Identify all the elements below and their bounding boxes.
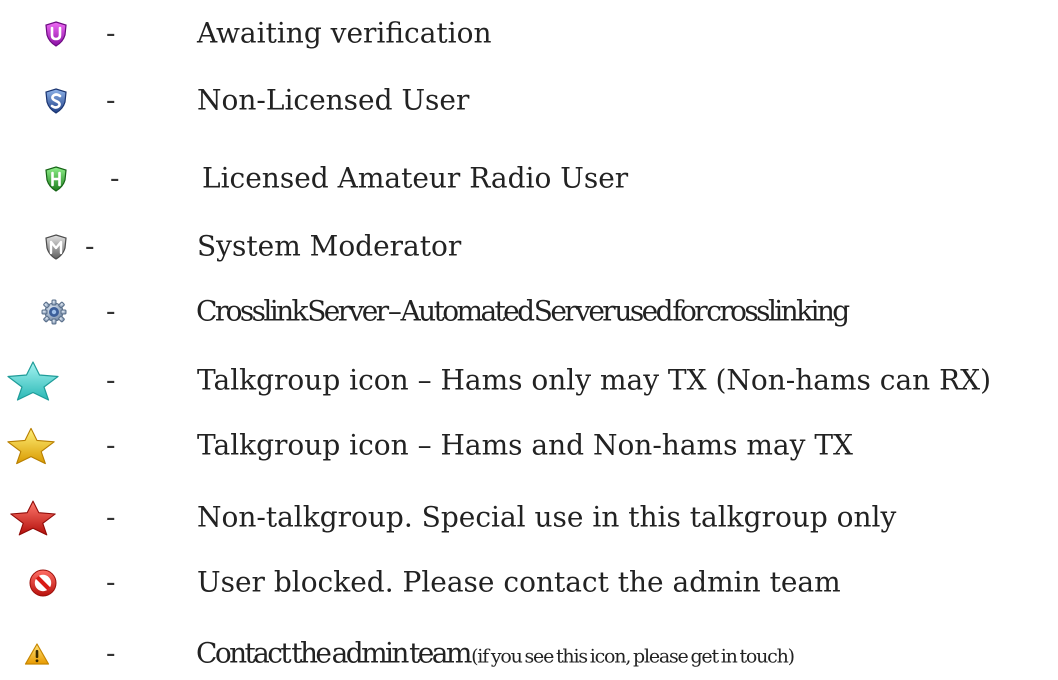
- shield-s-icon: [45, 88, 67, 114]
- legend-row-talkgroup-hams-only: - Talkgroup icon – Hams only may TX (Non…: [0, 359, 1058, 403]
- legend-row-user-blocked: - User blocked. Please contact the admin…: [0, 561, 1058, 605]
- legend-label: User blocked. Please contact the admin t…: [197, 565, 841, 599]
- warning-icon: [24, 643, 50, 665]
- star-icon: [7, 427, 55, 465]
- shield-u-icon: [45, 21, 67, 47]
- legend-label: System Moderator: [197, 229, 462, 263]
- legend-row-crosslink-server: - Crosslink Server – Automated Server us…: [0, 290, 1058, 334]
- legend-row-awaiting-verification: - Awaiting verification: [0, 12, 1058, 56]
- separator-dash: -: [106, 565, 116, 599]
- gear-icon: [41, 299, 67, 325]
- legend-row-licensed-amateur-radio-user: - Licensed Amateur Radio User: [0, 157, 1058, 201]
- legend-label: Non-Licensed User: [197, 83, 470, 117]
- star-icon: [10, 500, 56, 536]
- separator-dash: -: [106, 428, 116, 462]
- blocked-icon: [29, 569, 57, 597]
- separator-dash: -: [106, 16, 116, 50]
- separator-dash: -: [106, 363, 116, 397]
- legend-label: Non-talkgroup. Special use in this talkg…: [197, 500, 897, 534]
- separator-dash: -: [106, 500, 116, 534]
- legend-label: Talkgroup icon – Hams only may TX (Non-h…: [197, 363, 992, 397]
- separator-dash: -: [106, 294, 116, 328]
- icon-legend: - Awaiting verification - Non-Licensed U…: [0, 0, 1058, 680]
- legend-row-non-talkgroup: - Non-talkgroup. Special use in this tal…: [0, 496, 1058, 540]
- legend-label: Contact the admin team (if you see this …: [196, 636, 795, 670]
- star-icon: [7, 361, 59, 401]
- shield-h-icon: [45, 166, 67, 192]
- legend-label-main: Contact the admin team: [196, 636, 472, 670]
- legend-label: Talkgroup icon – Hams and Non-hams may T…: [197, 428, 853, 462]
- separator-dash: -: [106, 83, 116, 117]
- legend-row-contact-admin: - Contact the admin team (if you see thi…: [0, 632, 1058, 676]
- shield-m-icon: [45, 234, 67, 260]
- legend-row-non-licensed-user: - Non-Licensed User: [0, 79, 1058, 123]
- separator-dash: -: [110, 161, 120, 195]
- legend-label-note: (if you see this icon, please get in tou…: [471, 645, 795, 668]
- separator-dash: -: [106, 636, 116, 670]
- legend-label: Licensed Amateur Radio User: [202, 161, 629, 195]
- legend-row-system-moderator: - System Moderator: [0, 225, 1058, 269]
- legend-label: Awaiting verification: [197, 16, 492, 50]
- legend-row-talkgroup-hams-and-non-hams: - Talkgroup icon – Hams and Non-hams may…: [0, 424, 1058, 468]
- separator-dash: -: [85, 229, 95, 263]
- legend-label: Crosslink Server – Automated Server used…: [196, 294, 850, 328]
